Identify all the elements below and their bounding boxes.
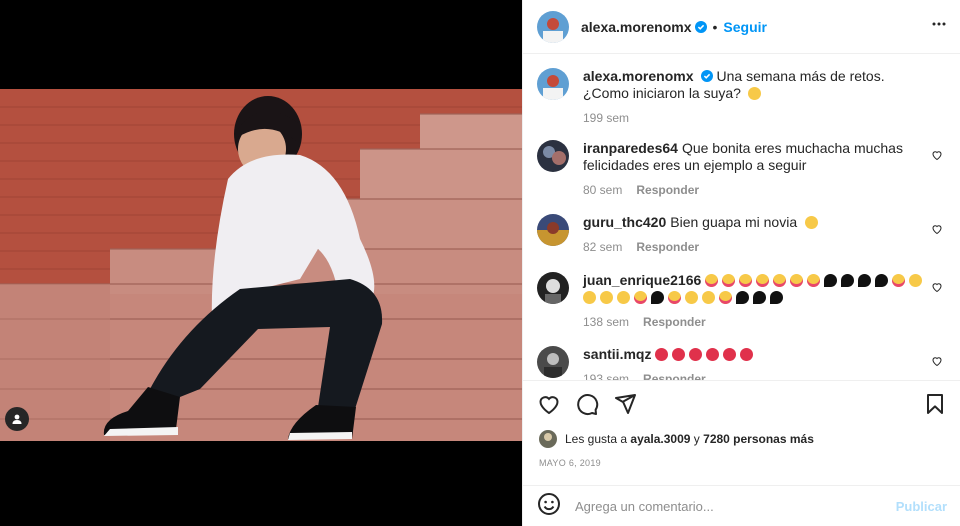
kiss-emoji-icon	[617, 291, 630, 304]
reply-button[interactable]: Responder	[643, 315, 706, 329]
heart-eyes-emoji-icon	[756, 274, 770, 287]
likes-summary[interactable]: Les gusta a ayala.3009 y 7280 personas m…	[539, 430, 814, 448]
post-photo[interactable]	[0, 89, 522, 441]
heart-eyes-emoji-icon	[773, 274, 787, 287]
caption-username[interactable]: alexa.morenomx	[583, 68, 694, 84]
liker-avatar	[539, 430, 557, 448]
comment-composer: Publicar	[523, 485, 960, 526]
reply-button[interactable]: Responder	[643, 372, 706, 380]
black-heart-emoji-icon	[875, 274, 889, 287]
heart-eyes-emoji-icon	[668, 291, 681, 304]
reply-button[interactable]: Responder	[636, 183, 699, 197]
share-icon[interactable]	[613, 392, 637, 416]
commenter-avatar[interactable]	[537, 272, 569, 304]
comment-time: 138 sem	[583, 315, 630, 329]
comment-item: santii.mqz 193 sem Responder	[537, 346, 953, 380]
heart-eyes-emoji-icon	[807, 274, 821, 287]
kiss-emoji-icon	[600, 291, 613, 304]
black-heart-emoji-icon	[651, 291, 664, 304]
heart-eyes-emoji-icon	[739, 274, 753, 287]
separator-dot: •	[712, 18, 718, 35]
heart-eyes-emoji-icon	[719, 291, 732, 304]
heart-eyes-emoji-icon	[722, 274, 736, 287]
likes-prefix: Les gusta a	[565, 432, 628, 446]
author-username[interactable]: alexa.morenomx	[581, 19, 692, 35]
comment-icon[interactable]	[575, 392, 599, 416]
reply-button[interactable]: Responder	[636, 240, 699, 254]
comment-time: 80 sem	[583, 183, 623, 197]
comments-list[interactable]: alexa.morenomx Una semana más de retos. ¿…	[523, 54, 960, 380]
black-heart-emoji-icon	[736, 291, 749, 304]
black-heart-emoji-icon	[858, 274, 872, 287]
caption: alexa.morenomx Una semana más de retos. ¿…	[537, 68, 953, 127]
like-comment-heart-icon[interactable]	[931, 354, 943, 372]
more-options-icon[interactable]	[931, 16, 947, 37]
rose-emoji-icon	[655, 348, 669, 361]
likes-conj: y	[693, 432, 700, 446]
heart-eyes-emoji-icon	[790, 274, 804, 287]
black-heart-emoji-icon	[753, 291, 766, 304]
author-avatar[interactable]	[537, 10, 569, 43]
commenter-avatar[interactable]	[537, 140, 569, 172]
comment-username[interactable]: santii.mqz	[583, 346, 651, 362]
heart-eyes-emoji-icon	[892, 274, 906, 287]
commenter-avatar[interactable]	[537, 346, 569, 378]
like-comment-heart-icon[interactable]	[931, 148, 943, 166]
kiss-emoji-icon	[702, 291, 715, 304]
verified-icon	[700, 70, 713, 82]
rose-emoji-icon	[672, 348, 686, 361]
bookmark-icon[interactable]	[923, 392, 947, 416]
post-header: alexa.morenomx • Seguir	[523, 0, 960, 54]
like-comment-heart-icon[interactable]	[931, 280, 943, 298]
heart-eyes-emoji-icon	[705, 274, 719, 287]
caption-line-2: ¿Como iniciaron la suya?	[583, 85, 741, 101]
flushed-emoji-icon	[747, 87, 761, 100]
action-bar	[523, 380, 960, 426]
comment-emoji-row	[655, 346, 757, 362]
rose-emoji-icon	[706, 348, 720, 361]
comment-item: iranparedes64 Que bonita eres muchacha mu…	[537, 140, 953, 199]
comment-username[interactable]: juan_enrique2166	[583, 272, 701, 288]
black-heart-emoji-icon	[770, 291, 783, 304]
heart-eyes-emoji-icon	[634, 291, 647, 304]
kiss-emoji-icon	[583, 291, 596, 304]
post-date: MAYO 6, 2019	[539, 458, 601, 468]
kiss-emoji-icon	[685, 291, 698, 304]
author-avatar[interactable]	[537, 68, 569, 100]
comment-input[interactable]	[575, 498, 896, 514]
caption-line-1: Una semana más de retos.	[716, 68, 885, 84]
like-comment-heart-icon[interactable]	[931, 222, 943, 240]
follow-button[interactable]: Seguir	[723, 19, 767, 35]
rose-emoji-icon	[723, 348, 737, 361]
post-panel: alexa.morenomx • Seguir alexa.morenomx Un…	[522, 0, 960, 526]
black-heart-emoji-icon	[841, 274, 855, 287]
likes-count[interactable]: 7280 personas más	[703, 432, 814, 446]
rose-emoji-icon	[689, 348, 703, 361]
comment-item: juan_enrique2166 138 sem Responder	[537, 272, 953, 331]
rose-emoji-icon	[740, 348, 754, 361]
comment-time: 82 sem	[583, 240, 623, 254]
heart-eyes-emoji-icon	[805, 216, 819, 229]
comment-username[interactable]: guru_thc420	[583, 214, 666, 230]
caption-time: 199 sem	[583, 111, 630, 125]
post-image	[0, 89, 522, 441]
comment-item: guru_thc420 Bien guapa mi novia 82 sem Res…	[537, 214, 953, 256]
emoji-icon[interactable]	[537, 492, 561, 521]
verified-icon	[694, 20, 707, 33]
kiss-emoji-icon	[909, 274, 923, 287]
black-heart-emoji-icon	[824, 274, 838, 287]
heart-icon[interactable]	[537, 392, 561, 416]
comment-time: 193 sem	[583, 372, 630, 380]
comment-username[interactable]: iranparedes64	[583, 140, 678, 156]
publish-button[interactable]: Publicar	[896, 499, 947, 514]
user-tag-icon[interactable]	[5, 407, 29, 431]
commenter-avatar[interactable]	[537, 214, 569, 246]
likes-user[interactable]: ayala.3009	[630, 432, 690, 446]
post-media	[0, 0, 522, 526]
comment-text: Bien guapa mi novia	[670, 214, 798, 230]
